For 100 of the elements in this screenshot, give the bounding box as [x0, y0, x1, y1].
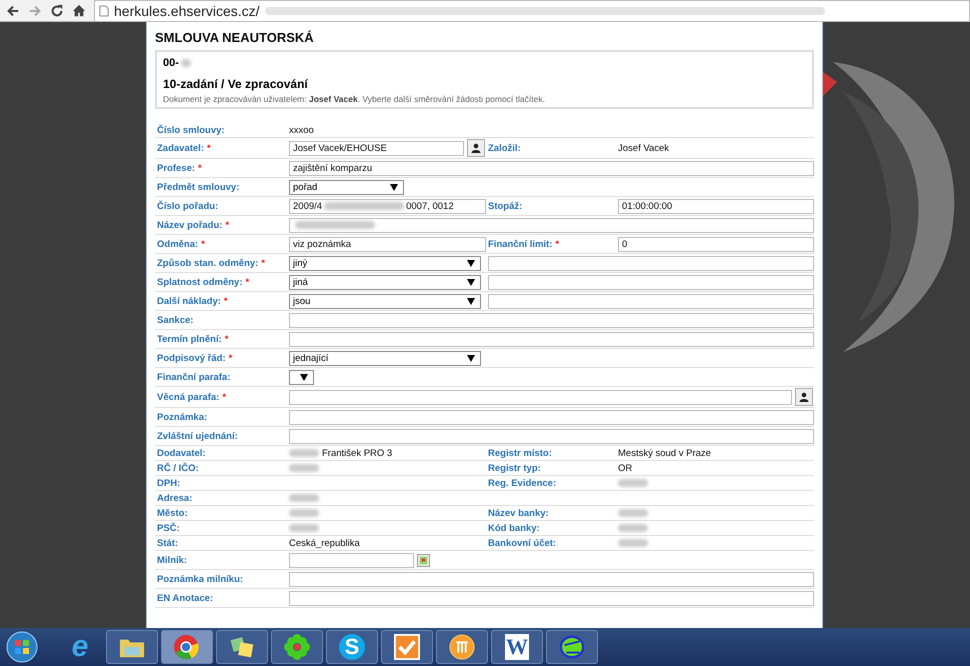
input-field[interactable]: viz poznámka: [289, 236, 486, 252]
flower-icon: [284, 634, 310, 660]
field-label: RČ / IČO:: [157, 462, 199, 474]
taskbar-button[interactable]: [216, 630, 268, 664]
field-label: Poznámka milníku:: [157, 574, 244, 584]
url-text: herkules.ehservices.cz/: [114, 2, 260, 18]
field-label: Další náklady:: [157, 296, 221, 306]
input-field[interactable]: [289, 552, 414, 568]
address-bar[interactable]: herkules.ehservices.cz/: [94, 0, 970, 22]
field-label: Finanční limit:: [488, 238, 552, 250]
input-field[interactable]: [289, 312, 814, 328]
caret-icon: [390, 184, 398, 190]
status-note: Dokument je zpracováván uživatelem: Josef Vacek. Vyberte další směrování žádosti pomocí tlačítek.: [163, 94, 546, 104]
caret-icon: [467, 354, 475, 362]
input-field[interactable]: [289, 218, 814, 232]
taskbar-button[interactable]: W: [491, 630, 543, 664]
back-icon[interactable]: [6, 4, 20, 18]
field-label: Bankovní účet:: [488, 538, 556, 548]
calendar-icon[interactable]: [417, 554, 430, 566]
input-field[interactable]: [289, 572, 814, 586]
field-label: Poznámka:: [157, 412, 208, 422]
dropdown[interactable]: jednající: [289, 350, 481, 366]
caret-icon: [467, 260, 475, 266]
input-field[interactable]: [289, 428, 814, 444]
input-field[interactable]: [488, 294, 814, 308]
required-mark: *: [222, 392, 226, 402]
field-value: xxxoo: [289, 124, 314, 136]
field-label: Odměna:: [157, 238, 198, 250]
dropdown[interactable]: jiný: [289, 256, 481, 270]
field-label: Číslo smlouvy:: [157, 124, 225, 136]
field-label: Sankce:: [157, 314, 194, 326]
home-icon[interactable]: [72, 4, 86, 18]
field-value: Ceská_republika: [289, 538, 360, 548]
caret-icon: [467, 298, 475, 304]
form-title: SMLOUVA NEAUTORSKÁ: [155, 30, 315, 45]
required-mark: *: [225, 220, 230, 230]
field-label: Věcná parafa:: [157, 392, 220, 402]
input-field[interactable]: [488, 256, 814, 270]
blurred-text: [289, 524, 319, 532]
input-field[interactable]: zajištění komparzu: [289, 160, 814, 176]
field-label: DPH:: [157, 478, 180, 488]
taskbar-button[interactable]: [161, 630, 213, 664]
field-label: Profese:: [157, 162, 196, 174]
input-field[interactable]: Josef Vacek/EHOUSE: [289, 140, 464, 156]
taskbar-button[interactable]: [271, 630, 323, 664]
taskbar-button[interactable]: [381, 630, 433, 664]
input-field[interactable]: [289, 332, 814, 346]
required-mark: *: [246, 276, 250, 288]
blurred-text: [289, 464, 319, 472]
required-mark: *: [198, 162, 202, 174]
dropdown[interactable]: pořad: [289, 180, 404, 194]
field-label: Způsob stan. odměny:: [157, 258, 258, 268]
field-label: Finanční parafa:: [157, 372, 230, 382]
checkmark-icon: [394, 634, 420, 660]
reload-icon[interactable]: [50, 4, 64, 18]
taskbar-button[interactable]: [546, 630, 598, 664]
field-label: Milník:: [157, 554, 188, 566]
person-icon: [799, 392, 809, 402]
forward-icon[interactable]: [28, 4, 42, 18]
field-label: Název pořadu:: [157, 220, 222, 230]
field-label: Registr typ:: [488, 462, 541, 474]
taskbar-button[interactable]: e: [57, 630, 103, 664]
field-label: Stopáž:: [488, 200, 522, 212]
field-label: Stát:: [157, 538, 178, 548]
document-status: 10-zadání / Ve zpracování: [163, 77, 309, 91]
input-field[interactable]: 01:00:00:00: [618, 198, 814, 214]
input-field[interactable]: 2009/4 0007, 0012: [289, 198, 486, 214]
page-icon: [99, 4, 109, 16]
dropdown[interactable]: jsou: [289, 294, 481, 308]
field-label: Podpisový řád:: [157, 352, 226, 364]
field-value: Josef Vacek: [618, 142, 670, 154]
required-mark: *: [224, 334, 228, 344]
field-label: Předmět smlouvy:: [157, 182, 240, 192]
input-field[interactable]: [488, 274, 814, 290]
round-app-icon: [449, 634, 475, 660]
field-label: Číslo pořadu:: [157, 200, 218, 212]
field-label: Kód banky:: [488, 522, 540, 534]
required-mark: *: [261, 258, 266, 268]
blurred-text: [618, 524, 648, 532]
field-label: Reg. Evidence:: [488, 478, 556, 488]
input-field[interactable]: [289, 410, 814, 424]
dropdown[interactable]: jiná: [289, 274, 481, 290]
caret-icon: [300, 374, 308, 380]
field-label: Název banky:: [488, 508, 549, 518]
field-label: EN Anotace:: [157, 592, 214, 604]
required-mark: *: [207, 142, 211, 154]
input-field[interactable]: 0: [618, 236, 814, 252]
taskbar-button[interactable]: [436, 630, 488, 664]
dropdown[interactable]: [289, 370, 314, 384]
input-field[interactable]: [289, 390, 792, 404]
user-picker-button[interactable]: [795, 388, 813, 406]
start-button[interactable]: [6, 631, 38, 663]
input-field[interactable]: [289, 590, 814, 606]
blurred-text: [289, 449, 319, 457]
blurred-text: [180, 59, 191, 67]
person-icon: [471, 143, 481, 153]
field-label: Město:: [157, 508, 188, 518]
taskbar-button[interactable]: [106, 630, 158, 664]
field-label: Splatnost odměny:: [157, 276, 243, 288]
user-picker-button[interactable]: [467, 139, 485, 157]
